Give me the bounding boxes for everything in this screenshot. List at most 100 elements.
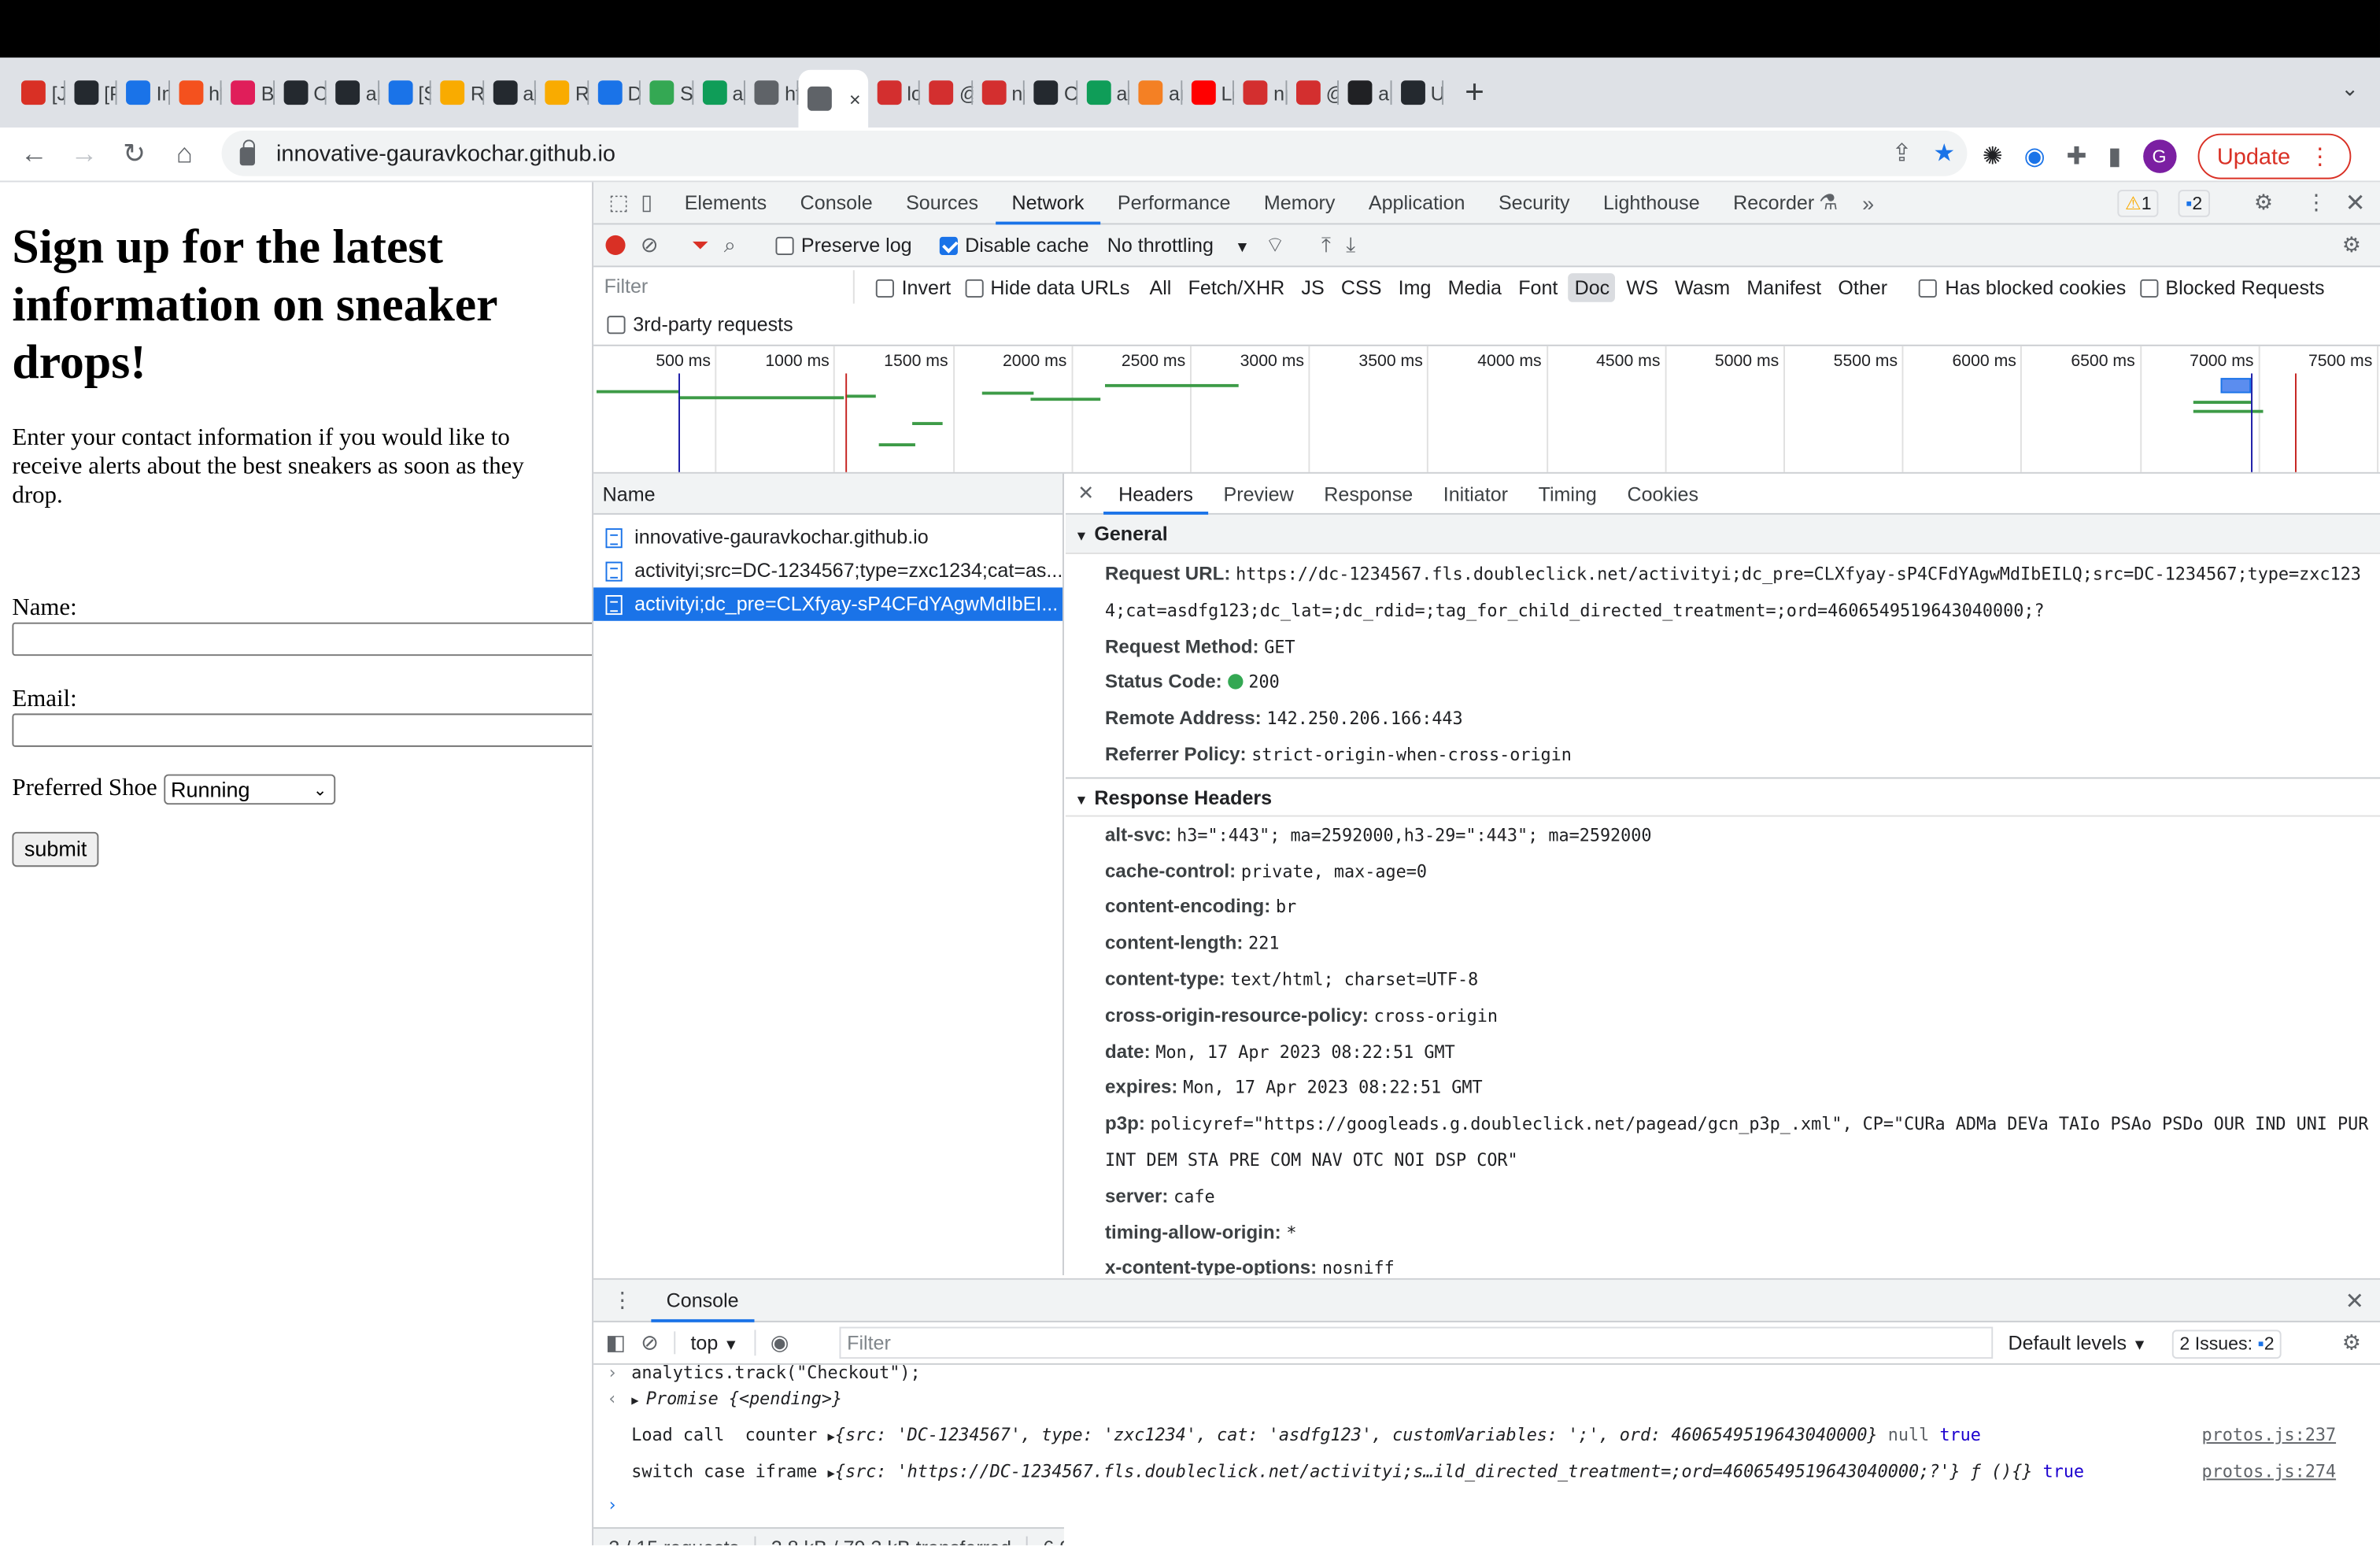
tab-recorder[interactable]: Recorder	[1717, 182, 1831, 224]
tab-sources[interactable]: Sources	[889, 182, 995, 224]
bookmark-star-icon[interactable]: ★	[1933, 138, 1955, 168]
header-value[interactable]: br	[1276, 898, 1296, 918]
header-value[interactable]: cafe	[1173, 1187, 1214, 1207]
browser-tab[interactable]: Co	[1025, 67, 1077, 119]
live-expression-eye-icon[interactable]: ◉	[753, 1330, 789, 1356]
back-icon[interactable]: ←	[9, 138, 60, 169]
lock-icon[interactable]	[239, 139, 255, 166]
browser-tab[interactable]: @	[920, 67, 972, 119]
type-filter-font[interactable]: Font	[1512, 272, 1564, 301]
header-value[interactable]: 221	[1248, 934, 1279, 953]
extension-dev-icon[interactable]: ◉	[2024, 141, 2046, 172]
share-icon[interactable]: ⇪	[1891, 138, 1912, 168]
settings-gear-icon[interactable]: ⚙	[2254, 190, 2273, 216]
extension-sun-icon[interactable]: ✺	[1983, 141, 2003, 172]
tab-application[interactable]: Application	[1352, 182, 1482, 224]
new-tab-button[interactable]: +	[1465, 73, 1501, 113]
import-har-icon[interactable]: ⤒	[1321, 232, 1331, 258]
type-filter-img[interactable]: Img	[1392, 272, 1437, 301]
timeline-selection[interactable]	[2220, 378, 2252, 394]
close-drawer-icon[interactable]: ✕	[2345, 1287, 2364, 1315]
detail-tab-preview[interactable]: Preview	[1208, 474, 1309, 514]
shoe-select[interactable]: Running ⌄	[163, 774, 335, 805]
header-value[interactable]: policyref="https://googleads.g.doublecli…	[1105, 1115, 2368, 1171]
header-value[interactable]: 142.250.206.166:443	[1266, 709, 1462, 729]
browser-tab[interactable]: ht	[745, 67, 797, 119]
header-value[interactable]: https://dc-1234567.fls.doubleclick.net/a…	[1105, 564, 2361, 620]
browser-tab[interactable]: Br	[222, 67, 274, 119]
browser-tab[interactable]: ar	[1077, 67, 1129, 119]
header-value[interactable]: 200	[1248, 673, 1279, 693]
throttling-select[interactable]: No throttling ▼	[1107, 234, 1250, 257]
email-input[interactable]	[12, 713, 593, 747]
header-value[interactable]: nosniff	[1322, 1259, 1395, 1275]
log-object[interactable]: {src: 'https://DC-1234567.fls.doubleclic…	[835, 1462, 1961, 1481]
device-toolbar-icon[interactable]: ▯	[641, 190, 652, 216]
type-filter-ws[interactable]: WS	[1621, 272, 1665, 301]
type-filter-fetchxhr[interactable]: Fetch/XHR	[1182, 272, 1291, 301]
type-filter-css[interactable]: CSS	[1335, 272, 1388, 301]
browser-tab[interactable]: [P	[65, 67, 116, 119]
log-levels-select[interactable]: Default levels ▼	[2008, 1331, 2147, 1354]
browser-tab[interactable]: ar	[327, 67, 379, 119]
browser-tab[interactable]: np	[972, 67, 1025, 119]
kebab-menu-icon[interactable]: ⋮	[2305, 190, 2326, 216]
update-button[interactable]: Update ⋮	[2197, 133, 2352, 179]
browser-tab[interactable]: Dc	[588, 67, 641, 119]
browser-tab[interactable]: np	[1234, 67, 1286, 119]
home-icon[interactable]: ⌂	[159, 138, 209, 169]
type-filter-all[interactable]: All	[1144, 272, 1177, 301]
browser-tab[interactable]: Re	[431, 67, 483, 119]
forward-icon[interactable]: →	[59, 138, 109, 169]
detail-tab-headers[interactable]: Headers	[1103, 474, 1209, 514]
close-details-icon[interactable]: ✕	[1077, 481, 1094, 505]
source-link[interactable]: protos.js:237	[2202, 1418, 2337, 1454]
context-select[interactable]: top ▼	[674, 1331, 738, 1355]
more-tabs-icon[interactable]: »	[1862, 190, 1874, 215]
header-value[interactable]: private, max-age=0	[1241, 862, 1427, 882]
disable-cache-checkbox[interactable]: Disable cache	[939, 234, 1089, 257]
browser-tab[interactable]: [S	[379, 67, 431, 119]
browser-tab[interactable]: Re	[536, 67, 588, 119]
record-icon[interactable]	[605, 235, 626, 255]
extensions-puzzle-icon[interactable]: ✚	[2067, 141, 2087, 172]
header-value[interactable]: h3=":443"; ma=2592000,h3-29=":443"; ma=2…	[1177, 826, 1651, 845]
network-filter-input[interactable]: Filter	[593, 270, 855, 304]
browser-tab[interactable]: ar	[483, 67, 536, 119]
header-value[interactable]: Mon, 17 Apr 2023 08:22:51 GMT	[1183, 1078, 1482, 1098]
browser-tab[interactable]: Co	[274, 67, 327, 119]
header-value[interactable]: cross-origin	[1374, 1006, 1498, 1026]
header-value[interactable]: GET	[1264, 637, 1295, 656]
messages-badge[interactable]: ▪2	[2178, 190, 2210, 217]
close-tab-icon[interactable]: ×	[849, 87, 861, 110]
type-filter-manifest[interactable]: Manifest	[1741, 272, 1828, 301]
network-conditions-icon[interactable]: ⌔	[1265, 231, 1284, 259]
side-panel-icon[interactable]: ▮	[2108, 141, 2121, 172]
browser-tab[interactable]: lo	[867, 67, 920, 119]
tab-security[interactable]: Security	[1482, 182, 1587, 224]
url-text[interactable]: innovative-gauravkochar.github.io	[276, 140, 615, 166]
blocked-requests-checkbox[interactable]: Blocked Requests	[2139, 276, 2325, 298]
tab-performance[interactable]: Performance	[1101, 182, 1247, 224]
close-devtools-icon[interactable]: ✕	[2345, 188, 2366, 219]
inspect-element-icon[interactable]: ⬚	[608, 190, 629, 216]
detail-tab-response[interactable]: Response	[1309, 474, 1428, 514]
type-filter-other[interactable]: Other	[1832, 272, 1894, 301]
general-section-header[interactable]: ▼ General	[1065, 514, 2380, 554]
browser-tab[interactable]: Lo	[1181, 67, 1234, 119]
browser-tab[interactable]: ar	[1129, 67, 1181, 119]
browser-tab[interactable]: @	[1286, 67, 1339, 119]
detail-tab-initiator[interactable]: Initiator	[1428, 474, 1523, 514]
export-har-icon[interactable]: ⤓	[1346, 232, 1355, 258]
reload-icon[interactable]: ↻	[109, 138, 160, 169]
tab-lighthouse[interactable]: Lighthouse	[1587, 182, 1717, 224]
response-headers-section-header[interactable]: ▼ Response Headers	[1065, 777, 2380, 817]
type-filter-media[interactable]: Media	[1442, 272, 1508, 301]
profile-avatar[interactable]: G	[2142, 139, 2176, 173]
tab-search-icon[interactable]: ⌄	[2341, 76, 2359, 102]
clear-console-icon[interactable]: ⊘	[641, 1330, 659, 1356]
issues-badge[interactable]: 2 Issues: ▪2	[2171, 1330, 2282, 1359]
warnings-badge[interactable]: ⚠1	[2117, 190, 2160, 217]
source-link[interactable]: protos.js:274	[2202, 1455, 2337, 1489]
type-filter-wasm[interactable]: Wasm	[1669, 272, 1736, 301]
